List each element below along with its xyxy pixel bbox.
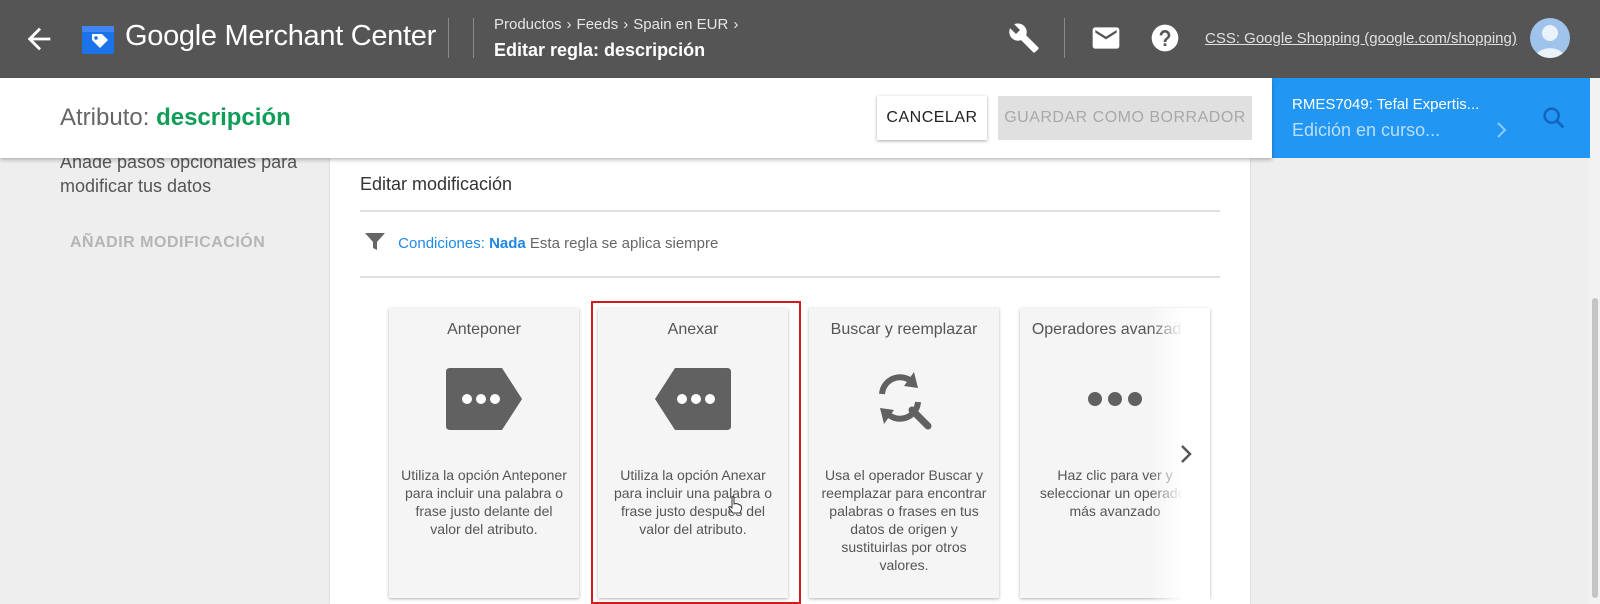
cancel-button[interactable]: CANCELAR xyxy=(877,96,987,140)
operator-description: Utiliza la opción Anteponer para incluir… xyxy=(401,467,567,537)
save-draft-button[interactable]: GUARDAR COMO BORRADOR xyxy=(998,96,1252,140)
add-modification-button[interactable]: AÑADIR MODIFICACIÓN xyxy=(70,234,265,252)
task-card[interactable]: RMES7049: Tefal Expertis... Edición en c… xyxy=(1272,78,1590,158)
divider xyxy=(360,210,1220,212)
right-panel: RMES7049: Tefal Expertis... Edición en c… xyxy=(1272,78,1590,604)
divider xyxy=(360,276,1220,278)
top-app-bar: Google Merchant Center Productos › Feeds › S… xyxy=(0,0,1600,78)
divider xyxy=(1064,18,1065,58)
conditions-value[interactable]: Nada xyxy=(489,235,526,252)
operator-description: Utiliza la opción Anexar para incluir un… xyxy=(614,467,772,537)
back-arrow-icon[interactable] xyxy=(22,22,56,56)
operator-description: Usa el operador Buscar y reemplazar para… xyxy=(821,467,987,573)
chevron-right-icon: › xyxy=(733,16,739,33)
scrollbar-thumb[interactable] xyxy=(1592,298,1598,598)
avatar[interactable] xyxy=(1530,18,1570,58)
operator-title: Buscar y reemplazar xyxy=(830,321,978,338)
attribute-value: descripción xyxy=(156,104,291,131)
chevron-right-icon: › xyxy=(623,16,629,33)
task-title: RMES7049: Tefal Expertis... xyxy=(1292,96,1480,113)
attribute-label: Atributo: xyxy=(60,104,150,131)
header-band: Atributo: descripción CANCELAR GUARDAR C… xyxy=(0,78,1272,158)
mail-icon[interactable] xyxy=(1090,22,1122,54)
conditions-row[interactable]: Condiciones: Nada Esta regla se aplica s… xyxy=(364,232,718,252)
filter-icon xyxy=(365,233,385,250)
more-dots-icon xyxy=(1088,392,1142,406)
divider xyxy=(473,18,474,58)
help-icon[interactable] xyxy=(1149,22,1181,54)
chevron-right-icon xyxy=(1497,122,1507,138)
chevron-right-icon[interactable] xyxy=(1176,442,1196,466)
attribute-title: Atributo: descripción xyxy=(60,104,291,132)
page-title: Editar regla: descripción xyxy=(494,40,706,60)
append-tag-icon xyxy=(655,368,731,430)
conditions-text: Esta regla se aplica siempre xyxy=(529,235,719,252)
search-replace-icon xyxy=(879,372,932,430)
merchant-center-logo-icon xyxy=(82,26,114,54)
operator-card-append[interactable]: Anexar Utiliza la opción Anexar para inc… xyxy=(598,308,788,598)
search-icon[interactable] xyxy=(1540,104,1568,132)
chevron-right-icon: › xyxy=(566,16,572,33)
app-title: Google Merchant Center xyxy=(125,20,436,52)
scrollbar[interactable] xyxy=(1590,78,1600,604)
breadcrumb: Productos › Feeds › Spain en EUR › xyxy=(494,16,743,33)
operator-card-prepend[interactable]: Anteponer Utiliza la opción Anteponer pa… xyxy=(389,308,579,598)
edit-modification-card: Editar modificación Condiciones: Nada Es… xyxy=(330,150,1250,604)
user-silhouette-icon xyxy=(1535,25,1565,58)
breadcrumb-item-productos[interactable]: Productos xyxy=(494,16,562,33)
operator-title: Anteponer xyxy=(447,321,521,338)
hand-cursor-icon xyxy=(728,496,743,514)
task-status: Edición en curso... xyxy=(1292,120,1441,140)
conditions-label: Condiciones: xyxy=(398,235,485,252)
breadcrumb-item-feed[interactable]: Spain en EUR xyxy=(633,16,728,33)
operator-card-search-replace[interactable]: Buscar y reemplazar Usa el operador Busc… xyxy=(809,308,999,598)
wrench-icon[interactable] xyxy=(1008,22,1040,54)
operator-title: Anexar xyxy=(667,321,719,338)
breadcrumb-item-feeds[interactable]: Feeds xyxy=(577,16,619,33)
account-link[interactable]: CSS: Google Shopping (google.com/shoppin… xyxy=(1205,30,1517,47)
section-title: Editar modificación xyxy=(360,174,513,194)
prepend-tag-icon xyxy=(446,368,522,430)
divider xyxy=(448,18,449,58)
